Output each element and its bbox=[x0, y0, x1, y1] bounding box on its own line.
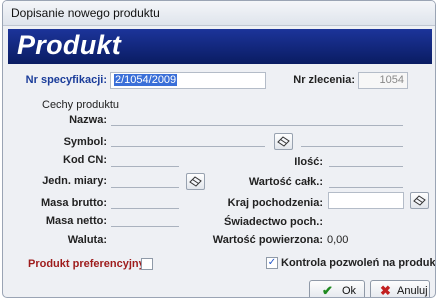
x-icon: ✖ bbox=[380, 283, 391, 298]
quantity-label: Ilość: bbox=[294, 156, 323, 168]
ok-button[interactable]: ✔ Ok bbox=[309, 280, 365, 298]
permits-label: Kontrola pozwoleń na produkty bbox=[281, 257, 436, 269]
window-title: Dopisanie nowego produktu bbox=[11, 6, 160, 20]
quantity-input[interactable] bbox=[329, 166, 403, 167]
order-label: Nr zlecenia: bbox=[293, 74, 355, 86]
dialog-window: Dopisanie nowego produktu Produkt Nr spe… bbox=[2, 0, 436, 298]
currency-label: Waluta: bbox=[67, 234, 107, 246]
origin-cert-label: Świadectwo poch.: bbox=[223, 216, 323, 228]
banner-title: Produkt bbox=[17, 30, 122, 60]
customs-value-label: Wartość powierzona: bbox=[212, 234, 323, 246]
check-icon: ✔ bbox=[322, 283, 333, 298]
unit-input[interactable] bbox=[111, 187, 179, 188]
symbol-lookup-button[interactable] bbox=[274, 133, 293, 150]
eraser-lookup-icon bbox=[189, 176, 202, 187]
eraser-lookup-icon bbox=[277, 136, 290, 147]
origin-country-label: Kraj pochodzenia: bbox=[227, 197, 323, 209]
order-number-field[interactable]: 1054 bbox=[358, 72, 408, 89]
net-mass-input[interactable] bbox=[111, 226, 179, 227]
permits-checkbox[interactable]: ✓ bbox=[266, 257, 278, 269]
ok-label: Ok bbox=[342, 285, 357, 297]
total-value-label: Wartość całk.: bbox=[248, 176, 323, 188]
cancel-label: Anuluj bbox=[397, 285, 428, 297]
name-label: Nazwa: bbox=[69, 114, 107, 126]
name-input[interactable] bbox=[111, 125, 403, 126]
net-mass-label: Masa netto: bbox=[45, 215, 107, 227]
eraser-lookup-icon bbox=[413, 195, 426, 206]
header-banner: Produkt bbox=[8, 29, 432, 64]
total-value-input[interactable] bbox=[329, 187, 403, 188]
symbol-extra-field[interactable] bbox=[301, 146, 403, 147]
gross-mass-label: Masa brutto: bbox=[41, 197, 107, 209]
origin-country-input[interactable] bbox=[328, 192, 404, 209]
symbol-label: Symbol: bbox=[63, 136, 107, 148]
spec-number-field[interactable]: 2/1054/2009 bbox=[110, 72, 266, 89]
title-bar: Dopisanie nowego produktu bbox=[3, 1, 435, 26]
origin-country-lookup-button[interactable] bbox=[410, 192, 429, 209]
spec-label: Nr specyfikacji: bbox=[25, 74, 107, 86]
features-label: Cechy produktu bbox=[42, 99, 120, 111]
preferential-label: Produkt preferencyjny: bbox=[28, 258, 149, 270]
cn-code-input[interactable] bbox=[111, 166, 179, 167]
gross-mass-input[interactable] bbox=[111, 208, 179, 209]
cn-code-label: Kod CN: bbox=[63, 154, 107, 166]
cancel-button[interactable]: ✖ Anuluj bbox=[370, 280, 430, 298]
preferential-checkbox[interactable] bbox=[141, 258, 153, 270]
customs-value: 0,00 bbox=[327, 234, 349, 246]
spec-number-value: 2/1054/2009 bbox=[114, 74, 178, 86]
unit-label: Jedn. miary: bbox=[42, 175, 107, 187]
symbol-input[interactable] bbox=[111, 146, 265, 147]
